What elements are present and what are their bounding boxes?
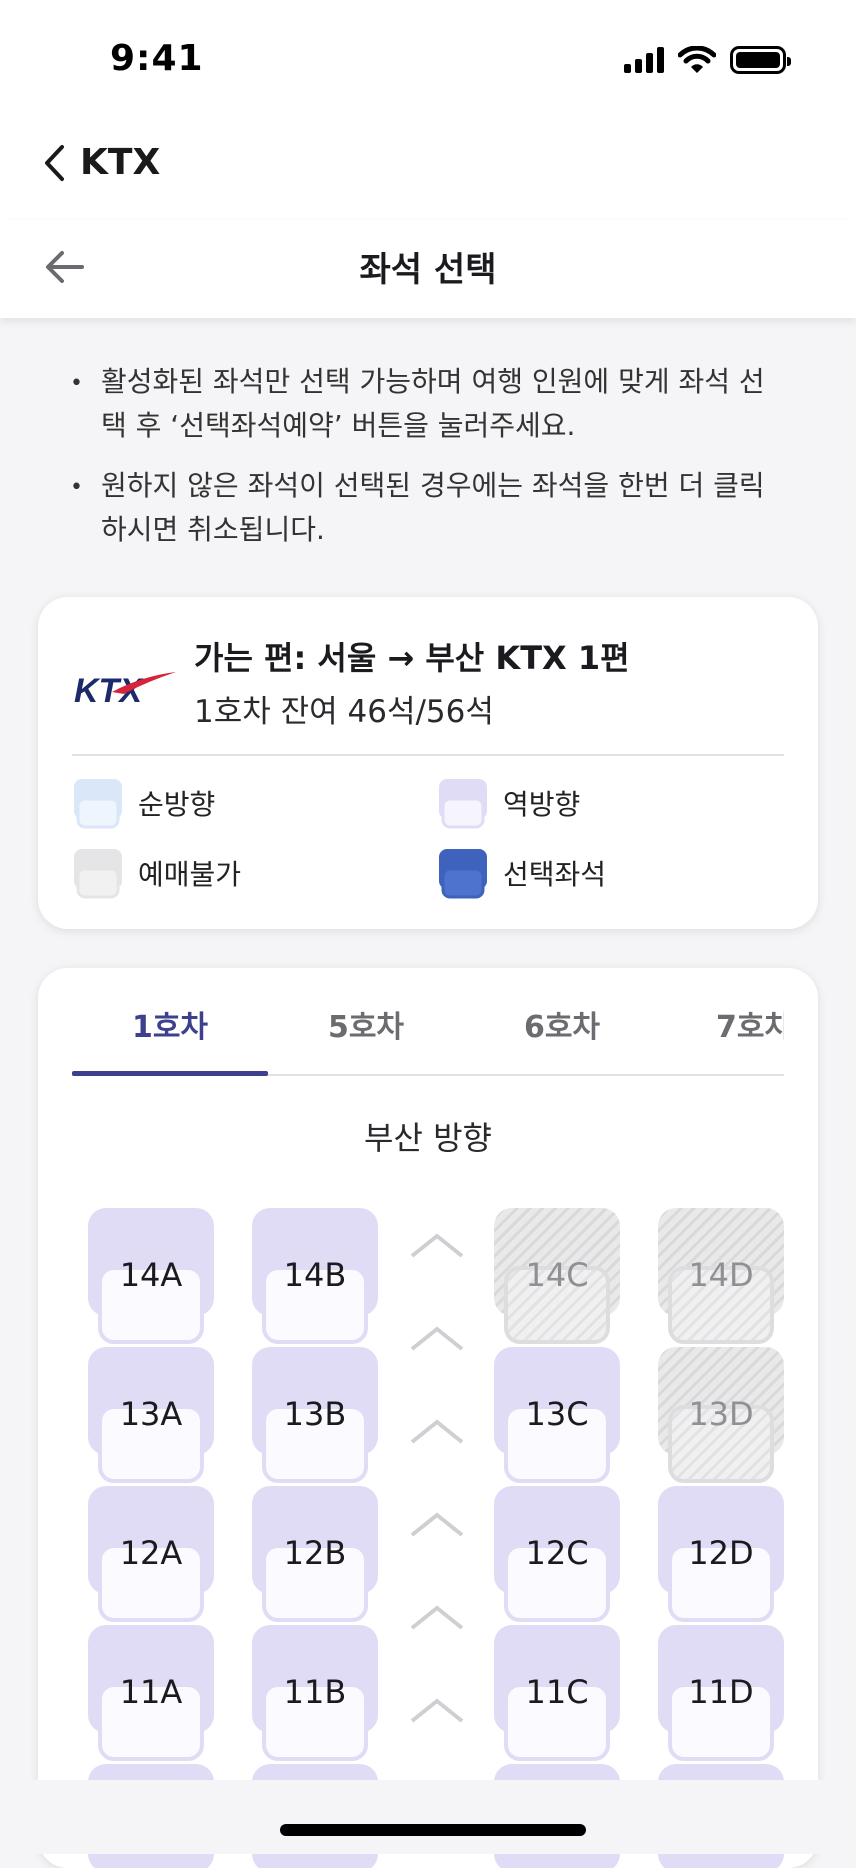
bullet: • bbox=[70, 371, 83, 396]
chevron-up-icon bbox=[410, 1512, 464, 1537]
legend-reverse: 역방향 bbox=[437, 777, 580, 829]
legend-label: 선택좌석 bbox=[503, 858, 607, 891]
legend-forward: 순방향 bbox=[72, 777, 215, 829]
seat-label: 13C bbox=[525, 1395, 589, 1433]
chevron-up-icon bbox=[410, 1605, 464, 1630]
wifi-icon bbox=[678, 46, 716, 73]
page-title: 좌석 선택 bbox=[359, 250, 497, 290]
seat-label: 11A bbox=[119, 1673, 183, 1711]
seat-11a[interactable]: 11A bbox=[88, 1625, 214, 1761]
notice-item: • 원하지 않은 좌석이 선택된 경우에는 좌석을 한번 더 클릭하시면 취소됩… bbox=[70, 464, 790, 552]
home-indicator-area bbox=[0, 1780, 856, 1854]
status-time: 9:41 bbox=[110, 38, 204, 79]
seat-11c[interactable]: 11C bbox=[494, 1625, 620, 1761]
cellular-signal-icon bbox=[624, 47, 664, 73]
seat-12a[interactable]: 12A bbox=[88, 1486, 214, 1622]
chevron-up-icon bbox=[410, 1326, 464, 1351]
seat-label: 13B bbox=[283, 1395, 347, 1433]
car-tabs: 1호차 5호차 6호차 7호차 bbox=[72, 968, 784, 1076]
seat-13a[interactable]: 13A bbox=[88, 1347, 214, 1483]
browser-title: KTX bbox=[80, 142, 161, 183]
chevron-up-icon bbox=[410, 1698, 464, 1723]
legend-label: 예매불가 bbox=[138, 858, 242, 891]
legend-unavailable: 예매불가 bbox=[72, 847, 241, 899]
seat-label: 12C bbox=[525, 1534, 589, 1572]
seat-label: 12B bbox=[283, 1534, 347, 1572]
seat-14c: 14C bbox=[494, 1208, 620, 1344]
seat-map-card: 1호차 5호차 6호차 7호차 부산 방향 14A 14B 14C 14D 13A 13B… bbox=[38, 968, 818, 1868]
seat-label: 12D bbox=[688, 1534, 754, 1572]
seat-12b[interactable]: 12B bbox=[252, 1486, 378, 1622]
notice-list: • 활성화된 좌석만 선택 가능하며 여행 인원에 맞게 좌석 선택 후 ‘선택… bbox=[70, 360, 790, 568]
status-bar: 9:41 bbox=[0, 0, 856, 120]
home-indicator[interactable] bbox=[280, 1824, 586, 1836]
seat-reverse-icon bbox=[439, 779, 487, 829]
seat-forward-icon bbox=[74, 779, 122, 829]
seat-14d: 14D bbox=[658, 1208, 784, 1344]
remaining-seats: 1호차 잔여 46석/56석 bbox=[194, 694, 494, 730]
browser-back-button[interactable]: KTX bbox=[42, 142, 160, 183]
seat-13d: 13D bbox=[658, 1347, 784, 1483]
seat-label: 13A bbox=[119, 1395, 183, 1433]
seat-label: 14D bbox=[688, 1256, 754, 1294]
notice-text: 원하지 않은 좌석이 선택된 경우에는 좌석을 한번 더 클릭하시면 취소됩니다… bbox=[100, 469, 765, 546]
seat-11d[interactable]: 11D bbox=[658, 1625, 784, 1761]
seat-label: 14A bbox=[119, 1256, 183, 1294]
tab-car-5[interactable]: 5호차 bbox=[268, 1002, 464, 1046]
seat-label: 11B bbox=[283, 1673, 347, 1711]
route-title: 가는 편: 서울 → 부산 KTX 1편 bbox=[194, 639, 630, 677]
notice-text: 활성화된 좌석만 선택 가능하며 여행 인원에 맞게 좌석 선택 후 ‘선택좌석… bbox=[100, 365, 765, 442]
notice-item: • 활성화된 좌석만 선택 가능하며 여행 인원에 맞게 좌석 선택 후 ‘선택… bbox=[70, 360, 790, 448]
chevron-left-icon bbox=[45, 144, 64, 181]
chevron-up-icon bbox=[410, 1233, 464, 1258]
status-icons bbox=[624, 46, 791, 74]
seat-label: 11C bbox=[525, 1673, 589, 1711]
seat-label: 14B bbox=[283, 1256, 347, 1294]
seat-13b[interactable]: 13B bbox=[252, 1347, 378, 1483]
train-info-card: KTX 가는 편: 서울 → 부산 KTX 1편 1호차 잔여 46석/56석 … bbox=[38, 597, 818, 929]
seat-14a[interactable]: 14A bbox=[88, 1208, 214, 1344]
seat-label: 14C bbox=[525, 1256, 589, 1294]
tab-car-7[interactable]: 7호차 bbox=[660, 1002, 784, 1046]
legend-label: 역방향 bbox=[503, 788, 581, 821]
travel-direction: 부산 방향 bbox=[364, 1119, 492, 1157]
seat-selected-icon bbox=[439, 849, 487, 899]
browser-bar: KTX bbox=[0, 120, 856, 220]
legend-selected: 선택좌석 bbox=[437, 847, 606, 899]
battery-icon bbox=[730, 46, 791, 74]
seat-13c[interactable]: 13C bbox=[494, 1347, 620, 1483]
seat-11b[interactable]: 11B bbox=[252, 1625, 378, 1761]
ktx-logo-text: KTX bbox=[74, 672, 144, 710]
seat-label: 12A bbox=[119, 1534, 183, 1572]
legend-label: 순방향 bbox=[138, 788, 216, 821]
tab-car-1[interactable]: 1호차 bbox=[72, 1002, 268, 1046]
seat-label: 11D bbox=[688, 1673, 754, 1711]
active-tab-indicator bbox=[72, 1071, 268, 1076]
bullet: • bbox=[70, 475, 83, 500]
app-header: 좌석 선택 bbox=[0, 220, 856, 318]
seat-12c[interactable]: 12C bbox=[494, 1486, 620, 1622]
seat-unavailable-icon bbox=[74, 849, 122, 899]
divider bbox=[72, 754, 784, 756]
seat-label: 13D bbox=[688, 1395, 754, 1433]
chevron-up-icon bbox=[410, 1419, 464, 1444]
seat-12d[interactable]: 12D bbox=[658, 1486, 784, 1622]
ktx-logo: KTX bbox=[74, 672, 176, 710]
seat-14b[interactable]: 14B bbox=[252, 1208, 378, 1344]
tab-car-6[interactable]: 6호차 bbox=[464, 1002, 660, 1046]
